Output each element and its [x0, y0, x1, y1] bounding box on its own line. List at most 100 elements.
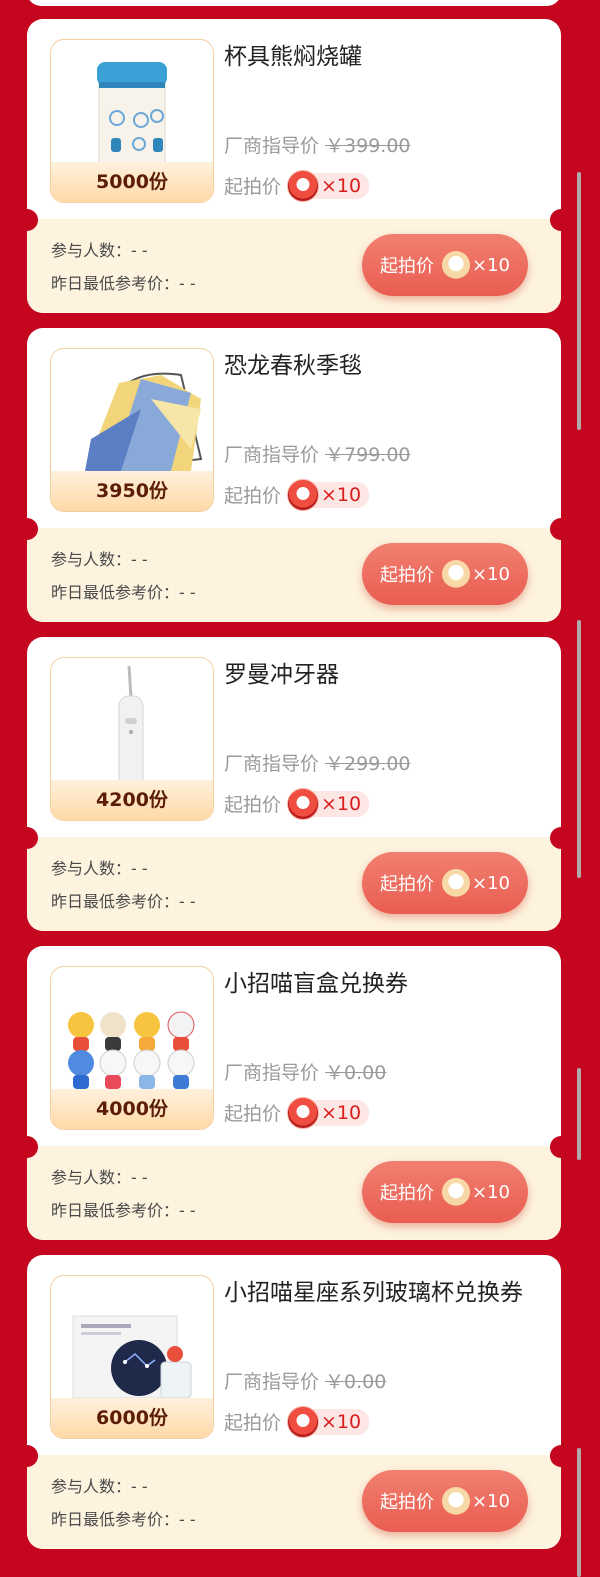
msrp-row: 厂商指导价 ￥399.00	[224, 131, 411, 158]
thermos-jar-image	[97, 62, 167, 170]
coin-icon	[442, 560, 470, 588]
msrp-row: 厂商指导价 ￥799.00	[224, 440, 411, 467]
coin-icon	[287, 787, 320, 820]
participants-count: 参与人数：- -	[51, 550, 148, 569]
stock-quantity: 5000份	[51, 162, 213, 202]
card-notch-right	[550, 1136, 572, 1158]
start-price-row: 起拍价 ×10	[224, 1096, 370, 1129]
yesterday-lowest-price: 昨日最低参考价：- -	[51, 583, 196, 602]
card-notch-right	[550, 1445, 572, 1467]
coin-price-badge: ×10	[287, 1096, 370, 1129]
coin-price-badge: ×10	[287, 169, 370, 202]
msrp-label: 厂商指导价	[224, 1062, 320, 1084]
bid-button-label: 起拍价	[380, 1492, 434, 1513]
bid-button-label: 起拍价	[380, 874, 434, 895]
bid-button[interactable]: 起拍价 ×10	[362, 852, 528, 914]
msrp-value: ￥799.00	[325, 444, 411, 466]
product-thumbnail[interactable]: 3950份	[50, 348, 214, 512]
water-flosser-image	[118, 665, 144, 788]
msrp-label: 厂商指导价	[224, 1371, 320, 1393]
product-card[interactable]: 4200份 罗曼冲牙器 厂商指导价 ￥299.00 起拍价 ×10 参与人数：- …	[16, 637, 572, 931]
product-card[interactable]: 4000份 小招喵盲盒兑换券 厂商指导价 ￥0.00 起拍价 ×10 参与人数：-…	[16, 946, 572, 1240]
yesterday-lowest-price: 昨日最低参考价：- -	[51, 274, 196, 293]
yesterday-lowest-price: 昨日最低参考价：- -	[51, 1201, 196, 1220]
msrp-value: ￥399.00	[325, 135, 411, 157]
participants-count: 参与人数：- -	[51, 1477, 148, 1496]
msrp-label: 厂商指导价	[224, 753, 320, 775]
product-card[interactable]: 3950份 恐龙春秋季毯 厂商指导价 ￥799.00 起拍价 ×10 参与人数：-…	[16, 328, 572, 622]
coin-price-badge: ×10	[287, 1405, 370, 1438]
bid-button[interactable]: 起拍价 ×10	[362, 543, 528, 605]
start-price-label: 起拍价	[224, 176, 282, 198]
blind-box-figures-image	[68, 1011, 195, 1089]
bid-button[interactable]: 起拍价 ×10	[362, 234, 528, 296]
previous-card-edge	[27, 0, 561, 6]
coin-icon	[287, 478, 320, 511]
product-thumbnail[interactable]: 4200份	[50, 657, 214, 821]
start-price-row: 起拍价 ×10	[224, 478, 370, 511]
product-name: 小招喵盲盒兑换券	[224, 971, 408, 997]
scrollbar[interactable]	[577, 0, 581, 1577]
scrollbar-thumb[interactable]	[577, 1448, 581, 1577]
start-price-row: 起拍价 ×10	[224, 1405, 370, 1438]
card-notch-right	[550, 827, 572, 849]
msrp-label: 厂商指导价	[224, 135, 320, 157]
start-price-label: 起拍价	[224, 1103, 282, 1125]
coin-multiplier: ×10	[321, 1410, 362, 1433]
bid-button-label: 起拍价	[380, 565, 434, 586]
msrp-value: ￥0.00	[325, 1062, 387, 1084]
msrp-row: 厂商指导价 ￥0.00	[224, 1367, 386, 1394]
bid-button[interactable]: 起拍价 ×10	[362, 1161, 528, 1223]
card-notch-left	[16, 518, 38, 540]
msrp-value: ￥299.00	[325, 753, 411, 775]
product-thumbnail[interactable]: 4000份	[50, 966, 214, 1130]
product-card[interactable]: 6000份 小招喵星座系列玻璃杯兑换券 厂商指导价 ￥0.00 起拍价 ×10 参…	[16, 1255, 572, 1549]
start-price-row: 起拍价 ×10	[224, 787, 370, 820]
scrollbar-thumb[interactable]	[577, 1068, 581, 1160]
stock-quantity: 3950份	[51, 471, 213, 511]
card-notch-left	[16, 827, 38, 849]
coin-icon	[442, 1487, 470, 1515]
participants-count: 参与人数：- -	[51, 1168, 148, 1187]
bid-button-multiplier: ×10	[472, 563, 510, 585]
start-price-label: 起拍价	[224, 485, 282, 507]
product-name: 恐龙春秋季毯	[224, 353, 362, 379]
msrp-value: ￥0.00	[325, 1371, 387, 1393]
msrp-row: 厂商指导价 ￥299.00	[224, 749, 411, 776]
coin-icon	[287, 1096, 320, 1129]
card-notch-right	[550, 518, 572, 540]
product-name: 小招喵星座系列玻璃杯兑换券	[224, 1280, 523, 1306]
msrp-row: 厂商指导价 ￥0.00	[224, 1058, 386, 1085]
product-name: 杯具熊焖烧罐	[224, 44, 362, 70]
bid-button-label: 起拍价	[380, 256, 434, 277]
bid-button-multiplier: ×10	[472, 1181, 510, 1203]
product-thumbnail[interactable]: 5000份	[50, 39, 214, 203]
scrollbar-thumb[interactable]	[577, 172, 581, 430]
bid-button-label: 起拍价	[380, 1183, 434, 1204]
scrollbar-thumb[interactable]	[577, 620, 581, 878]
stock-quantity: 4000份	[51, 1089, 213, 1129]
bid-button[interactable]: 起拍价 ×10	[362, 1470, 528, 1532]
yesterday-lowest-price: 昨日最低参考价：- -	[51, 1510, 196, 1529]
card-notch-left	[16, 209, 38, 231]
coin-icon	[442, 869, 470, 897]
coin-multiplier: ×10	[321, 792, 362, 815]
coin-icon	[287, 169, 320, 202]
bid-button-multiplier: ×10	[472, 1490, 510, 1512]
msrp-label: 厂商指导价	[224, 444, 320, 466]
coin-icon	[442, 251, 470, 279]
product-name: 罗曼冲牙器	[224, 662, 339, 688]
blanket-chair-image	[85, 372, 203, 471]
stock-quantity: 4200份	[51, 780, 213, 820]
product-card[interactable]: 5000份 杯具熊焖烧罐 厂商指导价 ￥399.00 起拍价 ×10 参与人数：-…	[16, 19, 572, 313]
coin-icon	[287, 1405, 320, 1438]
coin-multiplier: ×10	[321, 483, 362, 506]
card-notch-left	[16, 1136, 38, 1158]
product-thumbnail[interactable]: 6000份	[50, 1275, 214, 1439]
coin-price-badge: ×10	[287, 787, 370, 820]
participants-count: 参与人数：- -	[51, 859, 148, 878]
start-price-row: 起拍价 ×10	[224, 169, 370, 202]
coin-multiplier: ×10	[321, 174, 362, 197]
coin-price-badge: ×10	[287, 478, 370, 511]
coin-icon	[442, 1178, 470, 1206]
